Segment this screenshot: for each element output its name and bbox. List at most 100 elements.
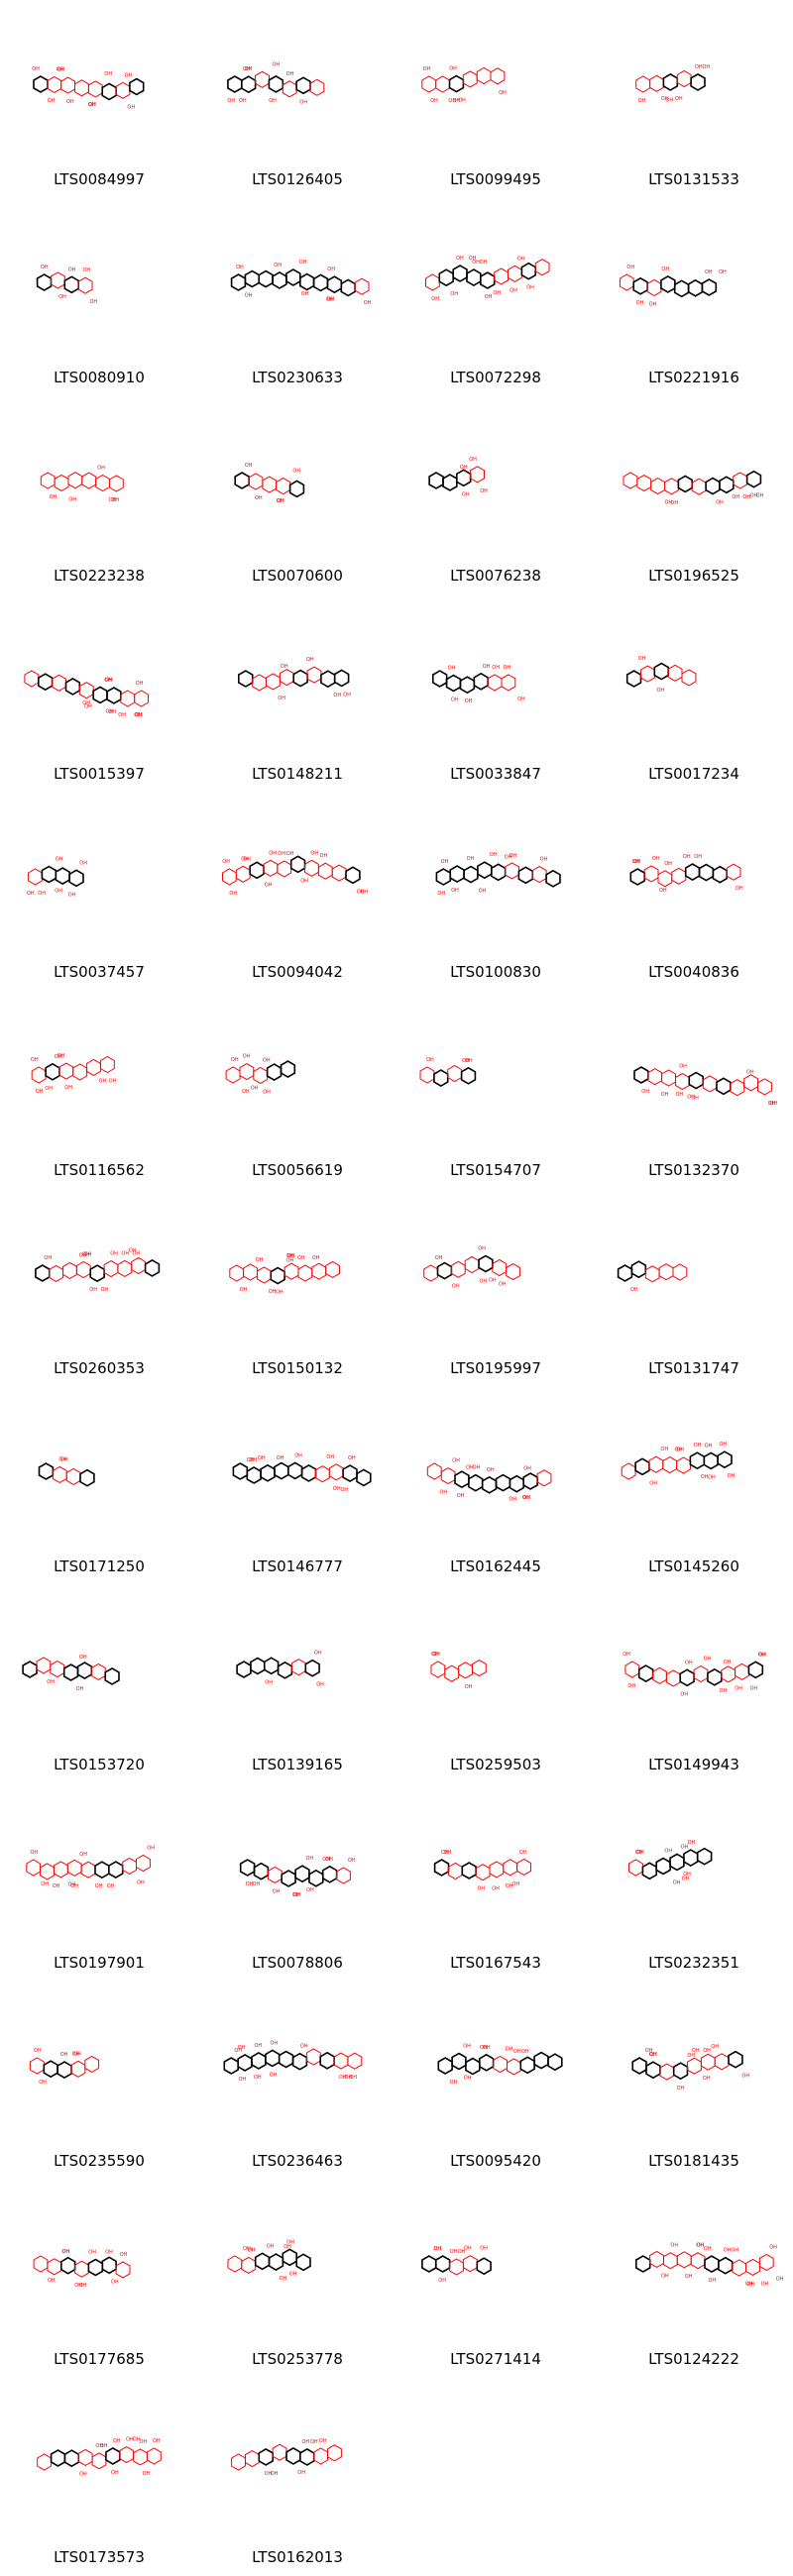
svg-text:OH: OH bbox=[104, 678, 112, 684]
molecule-cell: OH OH OH OH OH LTS0070600 bbox=[198, 396, 396, 594]
svg-text:OH: OH bbox=[444, 1850, 452, 1856]
svg-text:OH: OH bbox=[492, 665, 500, 671]
svg-text:OH: OH bbox=[485, 294, 493, 300]
svg-text:OH: OH bbox=[44, 1255, 52, 1261]
svg-text:OH: OH bbox=[90, 299, 98, 305]
svg-text:OH: OH bbox=[48, 98, 56, 104]
molecule-structure: OHOHOHOHOHOHOH bbox=[432, 664, 525, 704]
svg-text:OH: OH bbox=[626, 265, 634, 270]
svg-text:OH: OH bbox=[306, 1887, 314, 1893]
compound-id: LTS0126405 bbox=[252, 170, 343, 188]
svg-text:OH: OH bbox=[492, 1886, 500, 1892]
svg-text:OH: OH bbox=[664, 1849, 672, 1855]
svg-text:OH: OH bbox=[99, 1079, 107, 1085]
svg-text:OH: OH bbox=[245, 463, 253, 469]
svg-text:OH: OH bbox=[137, 1879, 145, 1885]
svg-text:OH: OH bbox=[147, 1846, 155, 1852]
svg-text:OH: OH bbox=[638, 656, 646, 662]
svg-text:OH: OH bbox=[113, 2438, 121, 2444]
svg-text:OH: OH bbox=[242, 1089, 250, 1095]
svg-text:OH: OH bbox=[632, 859, 640, 865]
compound-id: LTS0181435 bbox=[648, 2152, 739, 2170]
svg-text:OH: OH bbox=[451, 698, 459, 703]
svg-text:OH: OH bbox=[120, 2252, 128, 2258]
svg-text:OH: OH bbox=[239, 2077, 247, 2083]
svg-text:OH: OH bbox=[692, 2048, 700, 2054]
molecule-cell: OH OH OH OH OH OH OH OH OH LTS0132370 bbox=[595, 991, 793, 1189]
svg-text:OH: OH bbox=[661, 96, 669, 102]
svg-text:OH: OH bbox=[687, 1095, 695, 1101]
molecule-cell: OH OH OH OH OH OH OH OH OH OH OH LTS0072298 bbox=[396, 198, 595, 396]
compound-id: LTS0236463 bbox=[252, 2152, 343, 2170]
svg-text:OH: OH bbox=[736, 886, 743, 892]
molecule-cell: OH OH OH OH OH OH OH OH LTS0095420 bbox=[396, 1982, 595, 2180]
svg-text:OH: OH bbox=[661, 2273, 669, 2279]
svg-text:OH: OH bbox=[319, 2438, 327, 2444]
svg-text:OH: OH bbox=[711, 2044, 719, 2050]
svg-text:OH: OH bbox=[265, 882, 273, 888]
svg-text:OH: OH bbox=[343, 692, 351, 698]
svg-text:OH: OH bbox=[97, 466, 105, 472]
svg-text:OH: OH bbox=[271, 2040, 279, 2046]
compound-id: LTS0094042 bbox=[252, 963, 343, 981]
molecule-structure: OHOHOHOHOH bbox=[238, 657, 351, 701]
svg-text:OH: OH bbox=[509, 1497, 516, 1503]
svg-text:OH: OH bbox=[79, 1655, 87, 1661]
svg-text:OH: OH bbox=[327, 267, 335, 272]
compound-id: LTS0162445 bbox=[450, 1557, 541, 1575]
molecule-cell: OH OH OH OH OH OH OH OH OH OH LTS0084997 bbox=[0, 0, 198, 198]
svg-text:OH: OH bbox=[433, 2246, 441, 2252]
molecule-structure: OHOHOHOHOHOH bbox=[423, 1246, 521, 1289]
svg-text:OH: OH bbox=[82, 268, 90, 273]
svg-text:OH: OH bbox=[450, 2080, 458, 2086]
svg-text:OH: OH bbox=[517, 697, 525, 702]
molecule-structure: OH bbox=[617, 1260, 688, 1293]
svg-text:OH: OH bbox=[153, 2438, 161, 2444]
compound-id: LTS0095420 bbox=[450, 2152, 541, 2170]
svg-text:OH: OH bbox=[769, 2244, 777, 2250]
svg-text:OH: OH bbox=[435, 1255, 443, 1261]
molecule-cell: OH OH OH OH OH LTS0223238 bbox=[0, 396, 198, 594]
molecule-cell: OH OH OH OH OH OH OH OH OH LTS0230633 bbox=[198, 198, 396, 396]
svg-text:OH: OH bbox=[134, 712, 142, 718]
svg-text:OH: OH bbox=[50, 494, 57, 500]
molecule-cell: OH OH OH LTS0153720 bbox=[0, 1585, 198, 1783]
molecule-cell: OH OH OH OH OH OH OH OH OH LTS0150132 bbox=[198, 1189, 396, 1387]
molecule-structure: OHOHOHOHOHOHOHOHOH bbox=[230, 260, 372, 306]
svg-text:OH: OH bbox=[731, 2248, 738, 2254]
molecule-structure: OHOHOHOHOHOHOHOHOHOH bbox=[631, 2044, 749, 2092]
compound-id: LTS0076238 bbox=[450, 567, 541, 585]
molecule-structure: OH OH OH bbox=[22, 1655, 120, 1692]
svg-text:OH: OH bbox=[107, 1883, 115, 1889]
svg-text:OH: OH bbox=[301, 291, 309, 297]
svg-text:OH: OH bbox=[58, 294, 66, 300]
molecule-structure: OHOHOHOH bbox=[428, 457, 488, 497]
molecule-cell: OH OH OH OH OH OH OH OH OH OH OH LTS0149943 bbox=[595, 1585, 793, 1783]
molecule-cell: OH OH OH OH OH LTS0235590 bbox=[0, 1982, 198, 2180]
svg-text:OH: OH bbox=[267, 2243, 275, 2249]
svg-text:OH: OH bbox=[125, 72, 133, 78]
svg-text:OH: OH bbox=[661, 267, 669, 272]
svg-text:OH: OH bbox=[683, 854, 691, 860]
svg-text:OH: OH bbox=[310, 850, 318, 856]
compound-id: LTS0259503 bbox=[450, 1756, 541, 1773]
molecule-structure: OHOHOHOHOHOHOHOHOHOH bbox=[426, 1458, 552, 1503]
compound-id: LTS0271414 bbox=[450, 2350, 541, 2368]
svg-text:OH: OH bbox=[761, 2281, 769, 2287]
svg-text:OH: OH bbox=[348, 1858, 356, 1864]
svg-text:OH: OH bbox=[231, 1057, 239, 1063]
svg-text:OH: OH bbox=[636, 300, 644, 306]
svg-text:OH: OH bbox=[504, 665, 511, 671]
svg-text:OH: OH bbox=[661, 1447, 669, 1452]
molecule-cell: OH OH OH OH OH OH OH OH OH OH LTS0145260 bbox=[595, 1387, 793, 1585]
svg-text:OH: OH bbox=[649, 1480, 657, 1486]
molecule-structure: OHOHOHOHOHOH OHOHOHOH OHOHOH bbox=[222, 850, 368, 897]
molecule-cell: OH OH OH OH OH OH OH OH OH OH LTS0173573 bbox=[0, 2378, 198, 2576]
svg-text:OH: OH bbox=[286, 1253, 294, 1259]
svg-text:OH: OH bbox=[239, 98, 247, 104]
svg-text:OH: OH bbox=[635, 1850, 643, 1856]
svg-text:OH: OH bbox=[659, 888, 667, 894]
svg-text:OH: OH bbox=[31, 1057, 39, 1063]
svg-text:OH: OH bbox=[511, 1881, 519, 1887]
svg-text:OH: OH bbox=[522, 1495, 530, 1501]
